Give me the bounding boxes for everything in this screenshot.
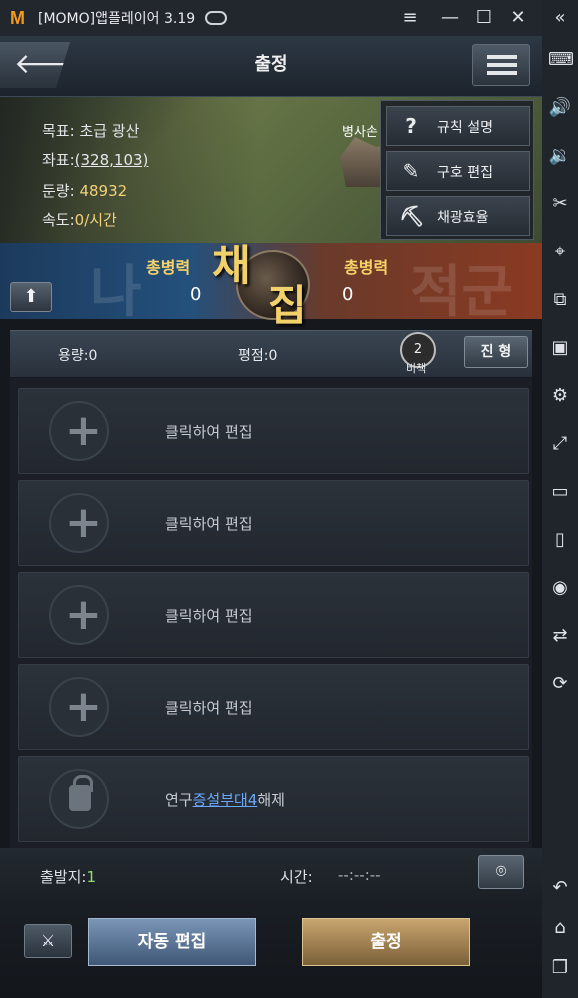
ally-power-label: 총병력 bbox=[146, 258, 191, 277]
coord-value[interactable]: (328,103) bbox=[75, 151, 149, 169]
page-header: 🡐 출정 bbox=[0, 36, 542, 97]
depart-value: 1 bbox=[86, 868, 97, 886]
settings-gear-icon[interactable]: ⚙ bbox=[548, 384, 572, 408]
pickaxe-icon: ⛏ bbox=[399, 204, 425, 228]
enemy-power-label: 총병력 bbox=[344, 258, 389, 277]
troop-slot[interactable]: + 클릭하여 편집 bbox=[18, 664, 529, 750]
slogan-edit-label: 구호 편집 bbox=[437, 165, 493, 181]
slot-edit-text: 클릭하여 편집 bbox=[165, 515, 253, 533]
options-popup: ? 규칙 설명 ✎ 구호 편집 ⛏ 채광효율 bbox=[380, 100, 534, 240]
question-icon: ? bbox=[405, 114, 417, 138]
locked-troop-slot: 연구증설부대4해제 bbox=[18, 756, 529, 842]
multi-window-icon[interactable]: ⧉ bbox=[548, 288, 572, 312]
menu-icon[interactable]: ≡ bbox=[400, 8, 420, 28]
troop-slot[interactable]: + 클릭하여 편집 bbox=[18, 572, 529, 658]
time-label: 시간: bbox=[280, 868, 313, 886]
speed-value: 0/시간 bbox=[74, 211, 117, 229]
gamepad-icon[interactable] bbox=[205, 11, 228, 25]
location-icon[interactable]: ⌖ bbox=[548, 240, 572, 264]
apk-install-icon[interactable]: ▣ bbox=[548, 336, 572, 360]
bg-enemy-text: 적군 bbox=[410, 259, 514, 325]
map-pin-icon: ⌾ bbox=[495, 861, 507, 882]
record-icon[interactable]: ◉ bbox=[548, 576, 572, 600]
plus-icon: + bbox=[65, 497, 102, 548]
emblem-char-1: 채 bbox=[212, 241, 251, 290]
maximize-button[interactable]: ☐ bbox=[474, 8, 494, 28]
slot-edit-text: 클릭하여 편집 bbox=[165, 423, 253, 441]
rotate-icon[interactable]: ⟳ bbox=[548, 672, 572, 696]
window-titlebar: M [MOMO]앱플레이어 3.19 ≡ — ☐ ✕ bbox=[0, 0, 542, 36]
slot-edit-text: 클릭하여 편집 bbox=[165, 699, 253, 717]
auto-edit-button[interactable]: 자동 편집 bbox=[88, 918, 256, 966]
slogan-edit-menu-item[interactable]: ✎ 구호 편집 bbox=[386, 151, 530, 191]
momo-logo-icon: M bbox=[10, 8, 25, 28]
rules-label: 규칙 설명 bbox=[437, 120, 493, 136]
collapse-up-button[interactable]: ⬆ bbox=[10, 282, 52, 312]
keyboard-icon[interactable]: ⌨ bbox=[548, 48, 574, 72]
minimize-button[interactable]: — bbox=[440, 8, 460, 28]
window-title: [MOMO]앱플레이어 3.19 bbox=[38, 11, 196, 27]
fullscreen-icon[interactable]: ⤢ bbox=[548, 432, 572, 456]
troop-preset-button[interactable]: ⚔ bbox=[24, 924, 72, 958]
formation-button[interactable]: 진 형 bbox=[464, 336, 528, 368]
collapse-sidebar-icon[interactable]: « bbox=[548, 6, 572, 30]
plus-icon: + bbox=[65, 589, 102, 640]
locked-slot-text: 연구증설부대4해제 bbox=[165, 791, 285, 809]
emblem-char-2: 집 bbox=[268, 281, 307, 330]
troop-slot[interactable]: + 클릭하여 편집 bbox=[18, 388, 529, 474]
ally-power-value: 0 bbox=[190, 284, 202, 305]
target-value: 초급 광산 bbox=[79, 122, 140, 140]
depart-row: 출발지:1 bbox=[40, 866, 96, 887]
speed-label: 속도: bbox=[42, 211, 75, 229]
target-row: 목표: 초급 광산 bbox=[42, 120, 139, 141]
research-link[interactable]: 증설부대4 bbox=[193, 791, 258, 809]
strategy-book-label: 비책 bbox=[406, 362, 427, 375]
brush-icon: ✎ bbox=[402, 159, 420, 183]
mining-efficiency-menu-item[interactable]: ⛏ 채광효율 bbox=[386, 196, 530, 236]
depart-label: 출발지: bbox=[40, 868, 87, 886]
speed-row: 속도:0/시간 bbox=[42, 209, 117, 230]
android-recents-icon[interactable]: ❐ bbox=[548, 956, 572, 980]
volume-up-icon[interactable]: 🔊 bbox=[548, 96, 572, 120]
android-home-icon[interactable]: ⌂ bbox=[548, 916, 572, 940]
coord-label: 좌표: bbox=[42, 151, 75, 169]
capacity-label: 용량:0 bbox=[58, 348, 98, 364]
time-value: --:--:-- bbox=[338, 866, 381, 884]
close-button[interactable]: ✕ bbox=[508, 8, 528, 28]
page-title: 출정 bbox=[254, 54, 288, 75]
scissors-icon[interactable]: ✂ bbox=[548, 192, 572, 216]
shake-icon[interactable]: ▯ bbox=[548, 528, 572, 552]
plus-icon: + bbox=[65, 681, 102, 732]
soldier-overlay-label: 병사손 bbox=[342, 125, 378, 140]
arrow-up-icon: ⬆ bbox=[23, 286, 39, 307]
emulator-sidebar: « ⌨ 🔊 🔉 ✂ ⌖ ⧉ ▣ ⚙ ⤢ ▭ ▯ ◉ ⇄ ⟳ ↶ ⌂ ❐ bbox=[542, 0, 578, 998]
plus-icon: + bbox=[65, 405, 102, 456]
lock-icon bbox=[69, 785, 91, 811]
slot-edit-text: 클릭하여 편집 bbox=[165, 607, 253, 625]
sync-icon[interactable]: ⇄ bbox=[548, 624, 572, 648]
troop-slot[interactable]: + 클릭하여 편집 bbox=[18, 480, 529, 566]
enemy-power-value: 0 bbox=[342, 284, 354, 305]
rating-label: 평점:0 bbox=[238, 348, 278, 364]
target-label: 목표: bbox=[42, 122, 75, 140]
troops-row: 둔량: 48932 bbox=[42, 180, 127, 201]
capacity-bar: 용량:0 평점:0 bbox=[10, 330, 532, 377]
android-back-icon[interactable]: ↶ bbox=[548, 876, 572, 900]
volume-down-icon[interactable]: 🔉 bbox=[548, 144, 572, 168]
monitor-icon[interactable]: ▭ bbox=[548, 480, 572, 504]
mining-efficiency-label: 채광효율 bbox=[437, 210, 489, 226]
march-button[interactable]: 출정 bbox=[302, 918, 470, 966]
list-menu-button[interactable] bbox=[472, 44, 530, 86]
soldiers-icon: ⚔ bbox=[40, 931, 56, 950]
bg-ally-text: 나 bbox=[90, 259, 142, 325]
troops-label: 둔량: bbox=[42, 182, 75, 200]
location-pin-button[interactable]: ⌾ bbox=[478, 855, 524, 889]
list-icon bbox=[487, 55, 517, 75]
rules-menu-item[interactable]: ? 규칙 설명 bbox=[386, 106, 530, 146]
book-count: 2 bbox=[413, 342, 423, 357]
coord-row: 좌표:(328,103) bbox=[42, 149, 148, 170]
troops-value: 48932 bbox=[79, 182, 128, 200]
